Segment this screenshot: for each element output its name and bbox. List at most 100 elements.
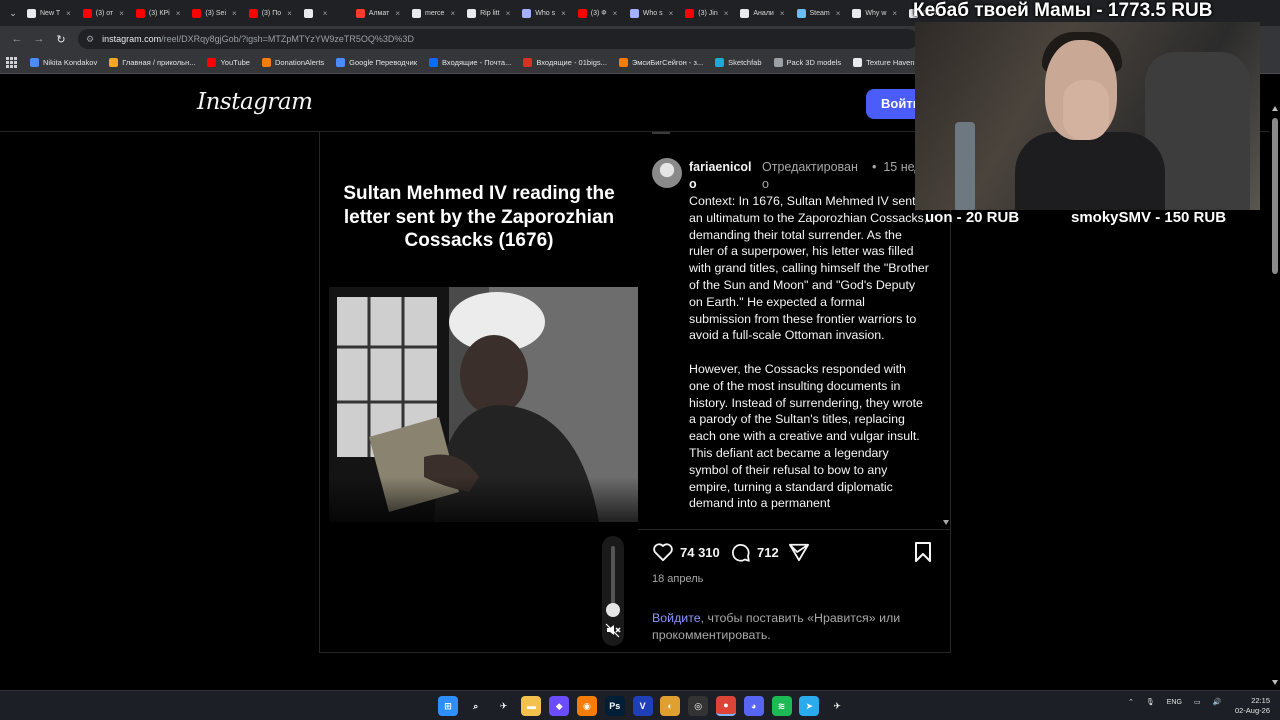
post-actions: 74 310 712 [638,540,951,570]
tab-close-icon[interactable]: × [780,9,785,18]
telegram-icon[interactable]: ➤ [799,696,820,716]
browser-tab[interactable]: Who s × [625,3,679,23]
bookmark-icon[interactable] [914,542,932,562]
tab-search-icon[interactable]: ⌄ [4,8,22,19]
bookmark-item[interactable]: Google Переводчик [336,58,417,67]
tab-close-icon[interactable]: × [724,9,729,18]
speaker-icon[interactable]: 🔊 [1213,698,1222,706]
bookmark-item[interactable]: ЭмсиБигСейгон - з... [618,58,703,67]
tab-close-icon[interactable]: × [119,9,124,18]
mute-icon[interactable] [605,622,621,638]
bookmark-favicon-icon [336,58,346,67]
apps-grid-icon[interactable] [6,56,18,69]
tab-label: (3) КРі [148,9,170,17]
username[interactable]: fariaenicolo [689,159,757,193]
file-explorer-icon[interactable]: ▬ [521,696,542,716]
bookmark-label: YouTube [220,58,250,67]
steam2-icon[interactable]: ✈ [827,696,847,716]
address-bar[interactable]: ⚙ instagram.com/reel/DXRqy8gjGob/?igsh=M… [78,29,918,49]
bookmark-item[interactable]: Входящие - Почта... [429,58,511,67]
bookmark-item[interactable]: Sketchfab [715,58,762,67]
comment-action[interactable]: 712 [730,542,779,563]
avatar[interactable] [652,158,682,188]
bookmark-item[interactable]: Texture Haven [853,58,915,67]
bookmark-item[interactable]: Главная / прикольн... [109,58,195,67]
tab-close-icon[interactable]: × [323,9,328,18]
volume-knob[interactable] [606,603,620,617]
bookmark-label: Входящие - 01bigs... [536,58,607,67]
browser-tab[interactable]: merce × [407,3,460,23]
bookmark-item[interactable]: DonationAlerts [261,58,324,67]
browser-tab[interactable]: (3) Ф × [573,3,623,23]
browser-tab[interactable]: (3) Sei × [187,3,241,23]
caption-scroll-down-icon[interactable] [943,520,949,525]
volume-slider[interactable] [602,536,624,646]
tab-close-icon[interactable]: × [176,9,181,18]
scroll-down-icon[interactable] [1272,680,1278,685]
photoshop-icon[interactable]: Ps [604,696,625,716]
reload-icon[interactable]: ↻ [50,33,72,46]
bookmark-item[interactable]: YouTube [207,58,250,67]
browser-tab[interactable]: Who s × [517,3,571,23]
obs-icon[interactable]: ◎ [688,696,709,716]
tab-close-icon[interactable]: × [66,9,71,18]
steam-icon[interactable]: ✈ [494,696,514,716]
save-action[interactable] [914,542,932,562]
chrome-icon[interactable]: ● [715,696,736,716]
bookmark-favicon-icon [261,58,271,67]
app2-icon[interactable]: ◐ [660,696,681,716]
browser-tab[interactable]: Why w × [847,3,902,23]
tab-favicon-icon [577,8,587,18]
bookmark-item[interactable]: Pack 3D models [773,58,841,67]
share-action[interactable] [788,542,810,562]
forward-icon[interactable]: → [28,33,50,45]
login-link[interactable]: Войдите [652,611,701,625]
tab-close-icon[interactable]: × [836,9,841,18]
browser-tab[interactable]: Анали × [735,3,789,23]
reel-video[interactable]: Sultan Mehmed IV reading the letter sent… [320,132,638,652]
discord-icon[interactable]: ◕ [743,696,764,716]
tab-close-icon[interactable]: × [287,9,292,18]
like-action[interactable]: 74 310 [652,542,720,562]
instagram-logo[interactable]: Instagram [197,89,313,115]
caption-area[interactable]: fariaenicolo Отредактировано • 15 нед. C… [638,132,951,530]
browser-tab[interactable]: (3) По × [244,3,297,23]
blender-icon[interactable]: ◉ [576,696,597,716]
browser-tab[interactable]: Rip litt × [462,3,515,23]
tab-close-icon[interactable]: × [561,9,566,18]
browser-tab[interactable]: × [299,3,349,23]
page-scrollbar[interactable] [1269,104,1280,690]
microphone-icon[interactable]: 🎙 [1146,698,1155,706]
tab-close-icon[interactable]: × [613,9,618,18]
app-icon[interactable]: ◆ [549,696,570,716]
browser-tab[interactable]: (3) КРі × [131,3,185,23]
comment-icon[interactable] [730,542,751,563]
tab-close-icon[interactable]: × [506,9,511,18]
scrollbar-thumb[interactable] [1272,118,1278,274]
heart-icon[interactable] [652,542,674,562]
search-icon[interactable]: ⌕ [466,696,486,716]
tab-close-icon[interactable]: × [395,9,400,18]
tray-chevron-icon[interactable]: ⌃ [1128,698,1134,706]
language-indicator[interactable]: ENG [1167,699,1182,706]
bookmark-item[interactable]: Входящие - 01bigs... [523,58,607,67]
back-icon[interactable]: ← [6,33,28,45]
tab-close-icon[interactable]: × [892,9,897,18]
tab-close-icon[interactable]: × [450,9,455,18]
scroll-up-icon[interactable] [1272,106,1278,111]
browser-tab[interactable]: (3) от × [78,3,129,23]
tab-close-icon[interactable]: × [669,9,674,18]
clock[interactable]: 22:15 02-Aug-26 [1230,696,1270,716]
site-info-icon[interactable]: ⚙ [86,34,94,45]
share-icon[interactable] [788,542,810,562]
browser-tab[interactable]: New T × [22,3,76,23]
network-icon[interactable]: ▭ [1194,698,1201,706]
bookmark-item[interactable]: Nikita Kondakov [30,58,97,67]
tab-close-icon[interactable]: × [232,9,237,18]
windows-start-icon[interactable]: ⊞ [438,696,458,716]
spotify-icon[interactable]: ≋ [771,696,792,716]
browser-tab[interactable]: Алмат × [351,3,405,23]
browser-tab[interactable]: Steam × [792,3,846,23]
vegas-icon[interactable]: V [632,696,653,716]
browser-tab[interactable]: (3) Jin × [680,3,733,23]
